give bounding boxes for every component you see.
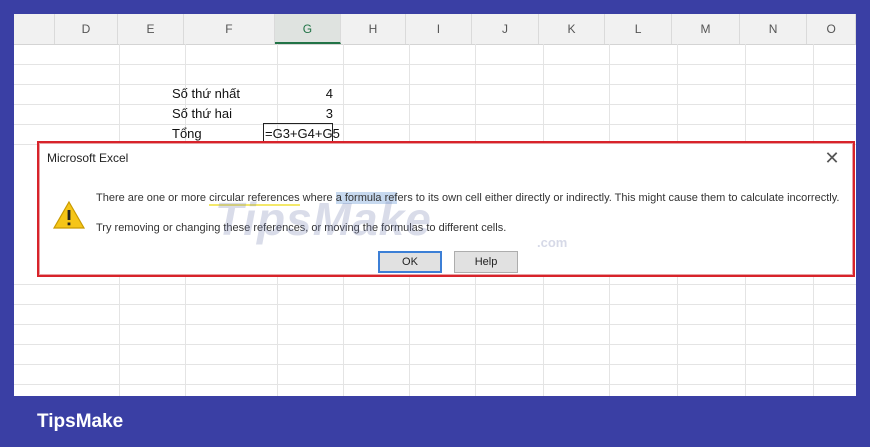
message-highlight-circular: circular references: [209, 192, 300, 206]
dialog-title: Microsoft Excel: [47, 151, 129, 165]
column-header-d[interactable]: D: [55, 14, 119, 44]
dialog-message-line2: Try removing or changing these reference…: [96, 222, 507, 234]
cell-label-first-number[interactable]: Số thứ nhất: [172, 84, 240, 104]
cell-value-first-number[interactable]: 4: [277, 84, 333, 104]
circular-reference-dialog: Microsoft Excel ✕ There are one or more …: [37, 141, 855, 277]
watermark-suffix: .com: [537, 235, 568, 250]
cell-label-second-number[interactable]: Số thứ hai: [172, 104, 232, 124]
row-gridline: [14, 344, 856, 345]
brand-logo: TipsMake: [37, 411, 124, 432]
cell-value-second-number[interactable]: 3: [277, 104, 333, 124]
column-header-l[interactable]: L: [605, 14, 673, 44]
message-text: ers to its own cell either directly or i…: [397, 192, 840, 204]
close-icon[interactable]: ✕: [821, 147, 843, 169]
outer-frame: D E F G H I J K L M N O Số thứ nhất 4 Số…: [0, 0, 870, 447]
row-gridline: [14, 304, 856, 305]
column-headers: D E F G H I J K L M N O: [14, 14, 856, 45]
column-header-j[interactable]: J: [472, 14, 540, 44]
row-gridline: [14, 124, 856, 125]
row-gridline: [14, 64, 856, 65]
column-header-m[interactable]: M: [672, 14, 740, 44]
column-header-n[interactable]: N: [740, 14, 808, 44]
row-gridline: [14, 84, 856, 85]
help-button[interactable]: Help: [454, 251, 518, 273]
row-gridline: [14, 324, 856, 325]
ok-button[interactable]: OK: [378, 251, 442, 273]
column-header-h[interactable]: H: [341, 14, 407, 44]
column-header-e[interactable]: E: [118, 14, 184, 44]
column-header-g[interactable]: G: [275, 14, 341, 44]
message-highlight-formula: a formula ref: [335, 192, 398, 204]
row-gridline: [14, 364, 856, 365]
row-gridline: [14, 104, 856, 105]
message-text: where: [299, 192, 336, 204]
column-header-f[interactable]: F: [184, 14, 276, 44]
column-header-i[interactable]: I: [406, 14, 472, 44]
dialog-message-line1: There are one or more circular reference…: [96, 192, 840, 206]
column-header-spacer: [14, 14, 55, 44]
row-gridline: [14, 384, 856, 385]
footer-bar: TipsMake: [0, 397, 870, 447]
message-text: There are one or more: [96, 192, 210, 204]
column-header-k[interactable]: K: [539, 14, 605, 44]
row-gridline: [14, 284, 856, 285]
column-header-o[interactable]: O: [807, 14, 856, 44]
warning-icon: [52, 200, 86, 229]
